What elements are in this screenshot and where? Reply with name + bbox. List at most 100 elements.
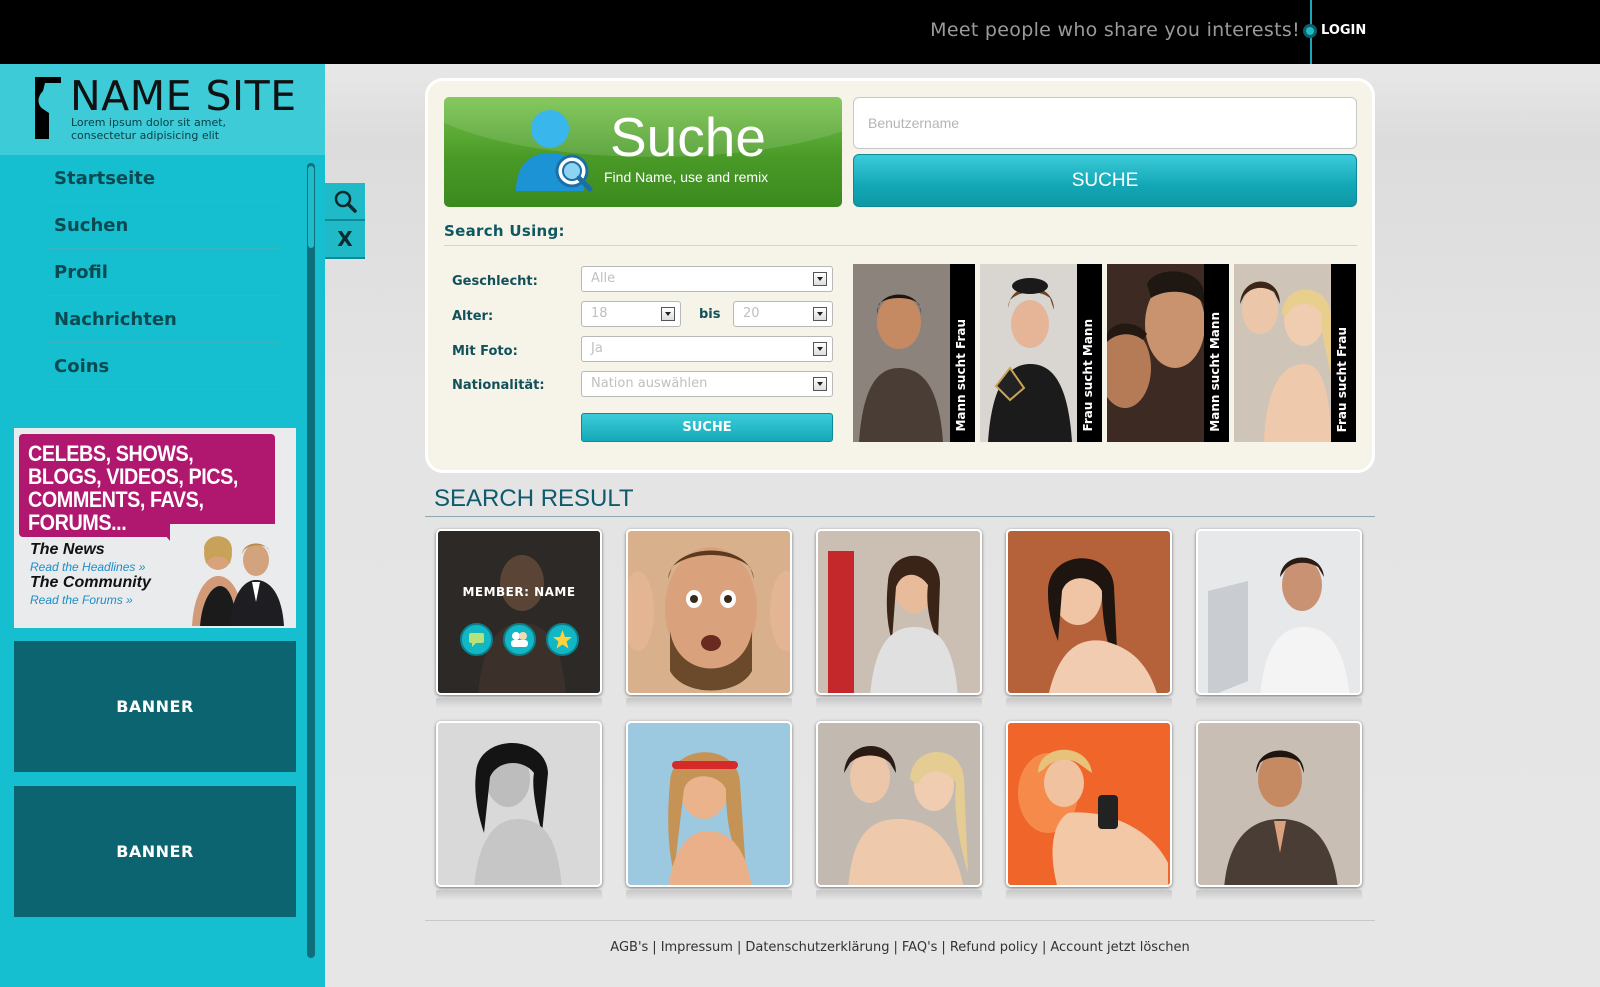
tile-reflection	[1006, 698, 1172, 708]
footer-link-faq[interactable]: FAQ's	[902, 940, 938, 955]
ad-news-link[interactable]: Read the Headlines »	[30, 560, 145, 574]
footer-link-impressum[interactable]: Impressum	[661, 940, 733, 955]
two-men-kissing-photo	[1107, 264, 1205, 442]
age-from-value: 18	[591, 306, 608, 321]
top-bar: Meet people who share you interests! LOG…	[0, 0, 1600, 64]
banner-slot[interactable]: BANNER	[14, 641, 296, 772]
nationality-label: Nationalität:	[452, 378, 545, 393]
chevron-down-icon	[813, 307, 827, 321]
footer-link-refund[interactable]: Refund policy	[950, 940, 1038, 955]
results-title: SEARCH RESULT	[434, 485, 634, 512]
site-title[interactable]: NAME SITE	[70, 72, 297, 120]
nav-item-profil[interactable]: Profil	[45, 249, 280, 296]
member-card[interactable]	[436, 721, 602, 887]
age-to-label: bis	[699, 307, 721, 322]
photo-select[interactable]: Ja	[581, 336, 833, 362]
divider	[425, 516, 1375, 517]
member-card[interactable]	[816, 721, 982, 887]
main-nav: Startseite Suchen Profil Nachrichten Coi…	[45, 155, 280, 390]
member-name-label: MEMBER: NAME	[462, 585, 576, 599]
age-to-select[interactable]: 20	[733, 301, 833, 327]
login-label: LOGIN	[1321, 23, 1367, 38]
nav-item-startseite[interactable]: Startseite	[45, 155, 280, 202]
footer-separator: |	[941, 940, 946, 955]
category-label-strip: Mann sucht Mann	[1204, 264, 1229, 442]
member-card[interactable]: MEMBER: NAME	[436, 529, 602, 695]
member-card[interactable]	[1006, 529, 1172, 695]
category-card[interactable]: Mann sucht Frau	[853, 264, 975, 442]
footer-separator: |	[893, 940, 898, 955]
gender-label: Geschlecht:	[452, 274, 538, 289]
footer-link-delete-account[interactable]: Account jetzt löschen	[1050, 940, 1189, 955]
message-button[interactable]	[460, 623, 493, 656]
divider	[444, 245, 1357, 246]
category-card[interactable]: Mann sucht Mann	[1107, 264, 1229, 442]
friends-icon	[511, 632, 528, 647]
nav-item-suchen[interactable]: Suchen	[45, 202, 280, 249]
member-photo	[1008, 723, 1170, 885]
site-subtitle: Lorem ipsum dolor sit amet, consectetur …	[71, 116, 227, 142]
member-photo	[438, 531, 600, 693]
member-card[interactable]	[1006, 721, 1172, 887]
member-photo	[438, 723, 600, 885]
category-card[interactable]: Frau sucht Frau	[1234, 264, 1356, 442]
search-button[interactable]: SUCHE	[853, 154, 1357, 207]
photo-value: Ja	[591, 341, 603, 356]
nav-item-label: Startseite	[54, 167, 156, 189]
tile-reflection	[816, 890, 982, 900]
promo-ad[interactable]: CELEBS, SHOWS, BLOGS, VIDEOS, PICS, COMM…	[14, 428, 296, 628]
tile-reflection	[626, 698, 792, 708]
favorite-button[interactable]	[546, 623, 579, 656]
sidebar: NAME SITE Lorem ipsum dolor sit amet, co…	[0, 64, 325, 987]
man-portrait-photo	[853, 264, 950, 442]
tile-reflection	[816, 698, 982, 708]
member-card[interactable]	[626, 721, 792, 887]
footer-links: AGB's | Impressum | Datenschutzerklärung | FAQ…	[425, 940, 1375, 955]
username-input[interactable]	[853, 97, 1357, 149]
search-hero: Suche Find Name, use and remix	[444, 97, 842, 207]
sidebar-scroll-thumb[interactable]	[308, 166, 314, 248]
gender-value: Alle	[591, 271, 616, 286]
nav-item-label: Coins	[54, 355, 110, 377]
nav-item-nachrichten[interactable]: Nachrichten	[45, 296, 280, 343]
banner-slot[interactable]: BANNER	[14, 786, 296, 917]
logo-icon	[35, 77, 61, 139]
member-photo	[818, 723, 980, 885]
search-toggle-button[interactable]	[325, 183, 365, 221]
footer-separator: |	[736, 940, 742, 955]
filter-search-button[interactable]: SUCHE	[581, 413, 833, 442]
nav-item-coins[interactable]: Coins	[45, 343, 280, 390]
login-link[interactable]: LOGIN	[1303, 23, 1366, 38]
footer-separator: |	[1041, 940, 1047, 955]
nav-item-label: Profil	[54, 261, 108, 283]
nationality-select[interactable]: Nation auswählen	[581, 371, 833, 397]
gender-select[interactable]: Alle	[581, 266, 833, 292]
age-from-select[interactable]: 18	[581, 301, 681, 327]
search-using-label: Search Using:	[444, 222, 565, 240]
ad-community-link[interactable]: Read the Forums »	[30, 593, 133, 607]
login-icon	[1303, 23, 1317, 38]
member-card[interactable]	[1196, 529, 1362, 695]
age-to-value: 20	[743, 306, 760, 321]
search-title: Suche	[610, 106, 766, 168]
category-card[interactable]: Frau sucht Mann	[980, 264, 1102, 442]
ad-community-title: The Community	[30, 574, 151, 591]
footer-link-datenschutz[interactable]: Datenschutzerklärung	[745, 940, 889, 955]
footer-link-agb[interactable]: AGB's	[610, 940, 648, 955]
member-card[interactable]	[626, 529, 792, 695]
category-label-strip: Mann sucht Frau	[950, 264, 975, 442]
tile-reflection	[1196, 698, 1362, 708]
member-card[interactable]	[816, 529, 982, 695]
nationality-value: Nation auswählen	[591, 376, 708, 391]
add-friend-button[interactable]	[503, 623, 536, 656]
member-photo	[1198, 531, 1360, 693]
member-card[interactable]	[1196, 721, 1362, 887]
search-subtitle: Find Name, use and remix	[604, 169, 769, 185]
member-photo	[1008, 531, 1170, 693]
member-actions	[460, 623, 579, 656]
sidebar-scrollbar[interactable]	[307, 163, 315, 958]
member-photo	[628, 531, 790, 693]
category-label: Frau sucht Frau	[1335, 326, 1349, 432]
category-label: Mann sucht Frau	[954, 319, 968, 432]
close-button[interactable]: X	[325, 221, 365, 259]
